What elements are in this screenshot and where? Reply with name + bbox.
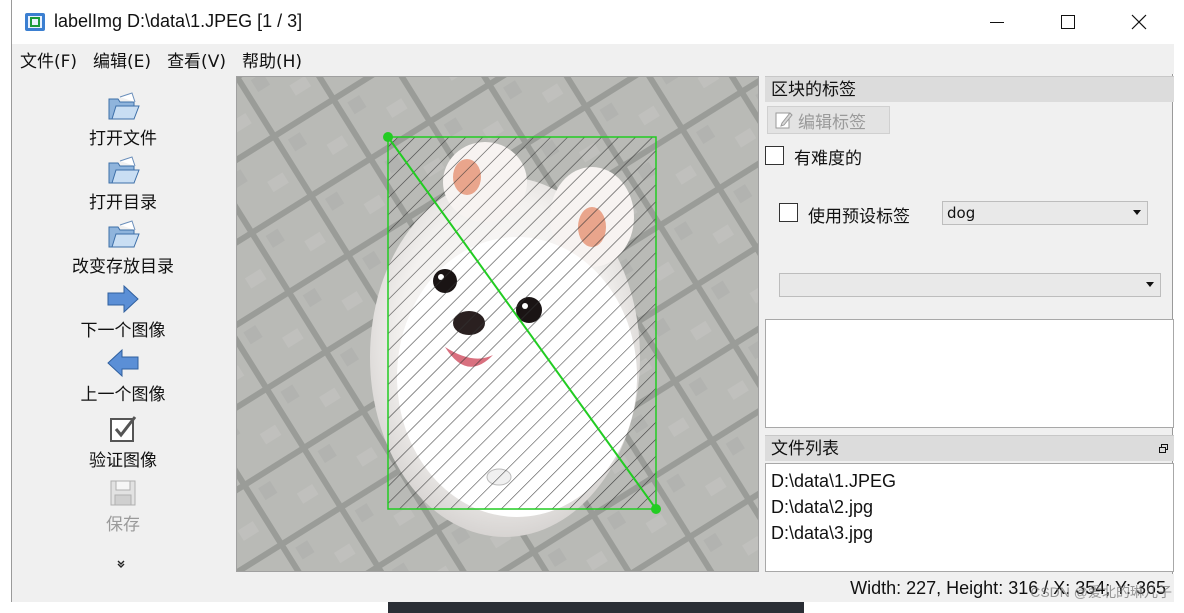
use-default-label-checkbox[interactable]: [779, 203, 798, 222]
canvas-image: [237, 77, 758, 571]
labelimg-window: labelImg D:\data\1.JPEG [1 / 3] 文件(F) 编辑…: [11, 0, 1174, 602]
chevron-down-icon: [1146, 282, 1154, 287]
file-list[interactable]: D:\data\1.JPEG D:\data\2.jpg D:\data\3.j…: [765, 463, 1174, 572]
chevron-down-icon: [1133, 210, 1141, 215]
menu-file[interactable]: 文件(F): [20, 47, 77, 72]
open-dir-label: 打开目录: [89, 193, 157, 213]
menu-help[interactable]: 帮助(H): [242, 47, 302, 72]
open-dir-button[interactable]: 打开目录: [12, 154, 234, 216]
menu-view[interactable]: 查看(V): [167, 47, 226, 72]
edit-label-button[interactable]: 编辑标签: [767, 106, 890, 134]
file-list-item[interactable]: D:\data\2.jpg: [771, 494, 1168, 520]
verify-image-label: 验证图像: [89, 451, 157, 471]
folder-open-icon: [106, 154, 140, 188]
dock-float-icon[interactable]: [1159, 444, 1168, 453]
save-button[interactable]: 保存: [12, 476, 234, 538]
menu-edit[interactable]: 编辑(E): [93, 47, 151, 72]
default-label-value: dog: [947, 204, 976, 222]
edit-label-text: 编辑标签: [798, 112, 866, 133]
checkbox-verify-icon: [106, 412, 140, 446]
prev-image-button[interactable]: 上一个图像: [12, 346, 234, 408]
label-filter-combo[interactable]: [779, 273, 1161, 297]
toolbar: 打开文件 打开目录 改变存放目录 下一个图像 上一个图像 验证图像 保存: [12, 76, 234, 572]
window-title: labelImg D:\data\1.JPEG [1 / 3]: [54, 11, 303, 31]
double-chevron-down-icon[interactable]: [116, 558, 126, 572]
file-dock-title: 文件列表: [771, 439, 839, 459]
labels-dock-header: 区块的标签: [765, 76, 1174, 102]
prev-image-label: 上一个图像: [80, 385, 166, 405]
status-bar: Width: 227, Height: 316 / X: 354; Y: 365: [12, 574, 1174, 602]
save-label: 保存: [106, 515, 140, 535]
bbox-handle-bottom-right[interactable]: [651, 504, 661, 514]
maximize-icon: [1061, 15, 1075, 29]
open-file-button[interactable]: 打开文件: [12, 90, 234, 152]
background-strip: [388, 602, 804, 613]
close-button[interactable]: [1104, 0, 1174, 44]
label-list[interactable]: [765, 319, 1174, 428]
arrow-left-icon: [106, 346, 140, 380]
use-default-label-text: 使用预设标签: [808, 207, 910, 227]
folder-open-icon: [106, 218, 140, 252]
arrow-right-icon: [106, 282, 140, 316]
menu-bar: 文件(F) 编辑(E) 查看(V) 帮助(H): [12, 44, 1174, 74]
close-icon: [1131, 14, 1147, 30]
change-save-dir-label: 改变存放目录: [72, 257, 174, 277]
file-list-item[interactable]: D:\data\3.jpg: [771, 520, 1168, 546]
edit-pencil-icon: [775, 112, 793, 129]
next-image-button[interactable]: 下一个图像: [12, 282, 234, 344]
difficult-label: 有难度的: [794, 149, 862, 169]
open-file-label: 打开文件: [89, 129, 157, 149]
folder-open-icon: [106, 90, 140, 124]
labelimg-app-icon: [25, 13, 45, 31]
file-list-item[interactable]: D:\data\1.JPEG: [771, 468, 1168, 494]
difficult-checkbox[interactable]: [765, 146, 784, 165]
title-bar: labelImg D:\data\1.JPEG [1 / 3]: [12, 0, 1174, 44]
minimize-icon: [990, 21, 1004, 23]
next-image-label: 下一个图像: [80, 321, 166, 341]
default-label-combo[interactable]: dog: [942, 201, 1148, 225]
verify-image-button[interactable]: 验证图像: [12, 412, 234, 474]
image-canvas[interactable]: [236, 76, 759, 572]
change-save-dir-button[interactable]: 改变存放目录: [12, 218, 234, 280]
maximize-button[interactable]: [1033, 0, 1103, 44]
floppy-disk-icon: [106, 476, 140, 510]
minimize-button[interactable]: [962, 0, 1032, 44]
watermark: CSDN @爱北的琳儿子: [1030, 584, 1172, 600]
file-dock-header: 文件列表: [765, 435, 1174, 461]
bbox-handle-top-left[interactable]: [383, 132, 393, 142]
